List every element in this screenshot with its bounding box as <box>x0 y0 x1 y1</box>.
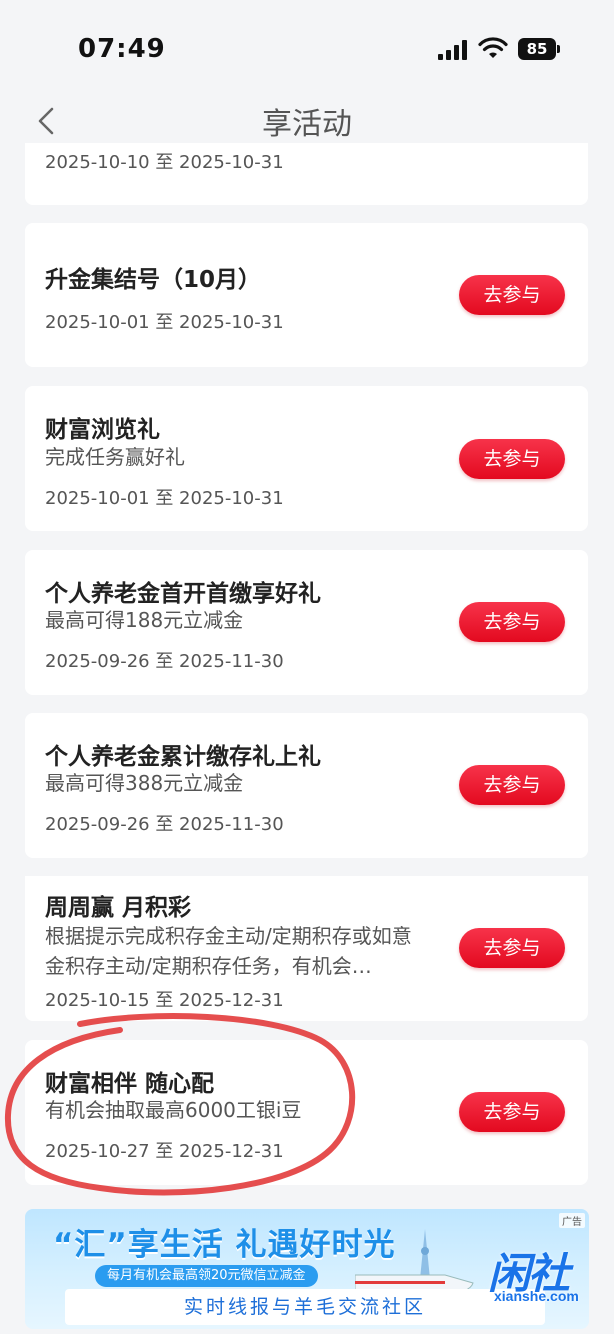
activity-date: 2025-10-01 至 2025-10-31 <box>45 312 284 333</box>
activity-date: 2025-09-26 至 2025-11-30 <box>45 651 284 672</box>
banner-bottom-text: 实时线报与羊毛交流社区 <box>65 1289 545 1325</box>
join-button[interactable]: 去参与 <box>459 602 565 642</box>
join-button[interactable]: 去参与 <box>459 439 565 479</box>
activity-description: 完成任务赢好礼 <box>45 445 185 469</box>
activity-title: 升金集结号（10月） <box>45 267 262 293</box>
activity-title: 个人养老金累计缴存礼上礼 <box>45 744 321 770</box>
activity-description: 最高可得388元立减金 <box>45 771 244 795</box>
activity-description: 有机会抽取最高6000工银i豆 <box>45 1098 302 1122</box>
activity-date: 2025-10-01 至 2025-10-31 <box>45 488 284 509</box>
activity-card[interactable]: 财富相伴 随心配 有机会抽取最高6000工银i豆 2025-10-27 至 20… <box>25 1040 588 1185</box>
activity-card[interactable]: 财富浏览礼 完成任务赢好礼 2025-10-01 至 2025-10-31 去参… <box>25 386 588 531</box>
activity-title: 财富浏览礼 <box>45 417 160 443</box>
join-button[interactable]: 去参与 <box>459 928 565 968</box>
status-bar: 07:49 85 <box>0 0 614 95</box>
status-time: 07:49 <box>78 34 166 64</box>
join-button[interactable]: 去参与 <box>459 275 565 315</box>
banner-title: “汇”享生活 礼遇好时光 <box>53 1227 396 1263</box>
activity-date: 2025-10-10 至 2025-10-31 <box>45 152 284 173</box>
activity-card[interactable]: 2025-10-10 至 2025-10-31 <box>25 143 588 205</box>
page-title: 享活动 <box>262 107 352 142</box>
battery-icon: 85 <box>518 38 556 60</box>
activity-description: 最高可得188元立减金 <box>45 608 244 632</box>
activity-title: 个人养老金首开首缴享好礼 <box>45 581 321 607</box>
activity-description: 根据提示完成积存金主动/定期积存或如意金积存主动/定期积存任务，有机会… <box>45 924 412 978</box>
activity-card[interactable]: 个人养老金首开首缴享好礼 最高可得188元立减金 2025-09-26 至 20… <box>25 550 588 695</box>
activity-date: 2025-10-15 至 2025-12-31 <box>45 990 284 1011</box>
activity-date: 2025-09-26 至 2025-11-30 <box>45 814 284 835</box>
cellular-signal-icon <box>438 40 470 60</box>
activity-card[interactable]: 升金集结号（10月） 2025-10-01 至 2025-10-31 去参与 <box>25 223 588 367</box>
activity-title: 周周赢 月积彩 <box>45 895 192 921</box>
watermark-logo: 闲社 xianshe.com <box>488 1240 608 1310</box>
banner-subtitle: 每月有机会最高领20元微信立减金 <box>95 1265 318 1287</box>
ad-tag: 广告 <box>559 1213 585 1228</box>
activity-card[interactable]: 个人养老金累计缴存礼上礼 最高可得388元立减金 2025-09-26 至 20… <box>25 713 588 858</box>
activity-card[interactable]: 周周赢 月积彩 根据提示完成积存金主动/定期积存或如意金积存主动/定期积存任务，… <box>25 876 588 1021</box>
battery-tip <box>557 45 560 53</box>
join-button[interactable]: 去参与 <box>459 765 565 805</box>
activity-date: 2025-10-27 至 2025-12-31 <box>45 1141 284 1162</box>
wifi-icon <box>478 37 508 58</box>
watermark-url: xianshe.com <box>494 1288 579 1304</box>
activity-title: 财富相伴 随心配 <box>45 1071 215 1097</box>
join-button[interactable]: 去参与 <box>459 1092 565 1132</box>
